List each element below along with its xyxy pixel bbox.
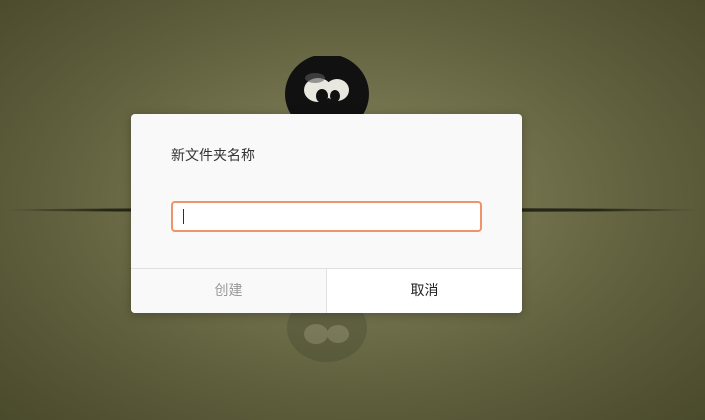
penguin-reflection-icon [287,308,367,362]
dialog-title: 新文件夹名称 [171,148,255,164]
desktop-background: 新文件夹名称 创建 取消 [0,0,705,420]
new-folder-dialog: 新文件夹名称 创建 取消 [131,114,522,313]
cancel-button-label: 取消 [410,283,439,299]
penguin-icon [285,56,369,116]
create-button[interactable]: 创建 [131,269,327,313]
folder-name-input[interactable] [171,201,482,232]
cancel-button[interactable]: 取消 [327,269,522,313]
text-caret [183,209,184,224]
create-button-label: 创建 [214,283,243,299]
dialog-button-bar: 创建 取消 [131,268,522,313]
